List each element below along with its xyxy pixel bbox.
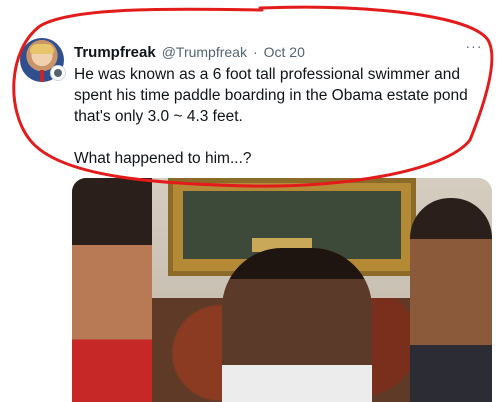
- tweet-text: He was known as a 6 foot tall profession…: [74, 66, 468, 167]
- user-handle[interactable]: @Trumpfreak: [162, 44, 247, 60]
- display-name[interactable]: Trumpfreak: [74, 44, 156, 61]
- photo-person-center: [222, 248, 372, 402]
- tweet[interactable]: Trumpfreak @Trumpfreak · Oct 20 ··· He w…: [0, 0, 500, 402]
- tweet-date[interactable]: Oct 20: [264, 44, 305, 60]
- tweet-media-photo[interactable]: [72, 178, 492, 402]
- photo-person-left: [72, 178, 152, 402]
- avatar-hair: [30, 44, 54, 54]
- photo-person-right: [410, 198, 492, 402]
- avatar-tie: [40, 70, 44, 82]
- verified-badge-icon: [50, 65, 66, 81]
- separator-dot: ·: [252, 44, 258, 60]
- tweet-header: Trumpfreak @Trumpfreak · Oct 20: [74, 42, 460, 62]
- more-horizontal-icon[interactable]: ···: [462, 38, 486, 54]
